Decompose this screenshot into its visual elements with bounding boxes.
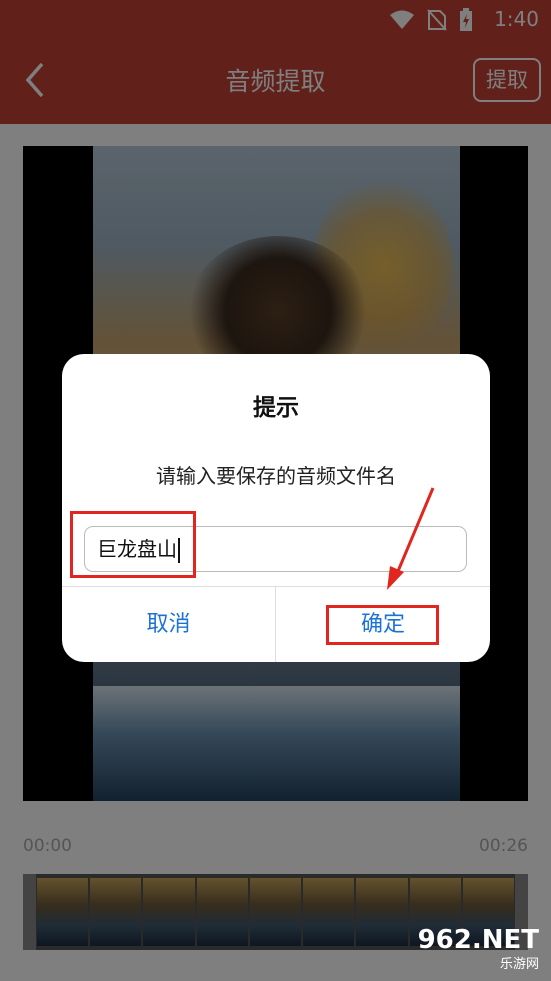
cancel-button[interactable]: 取消 — [62, 587, 275, 662]
watermark-subtext: 乐游网 — [499, 957, 539, 972]
annotation-box-confirm — [326, 605, 439, 645]
annotation-box-input — [70, 511, 196, 578]
watermark-logo: 962.NET 乐游网 — [405, 925, 545, 975]
annotation-arrow-icon — [387, 487, 435, 590]
dialog-title: 提示 — [253, 395, 299, 421]
watermark-text: 962.NET — [417, 925, 539, 955]
